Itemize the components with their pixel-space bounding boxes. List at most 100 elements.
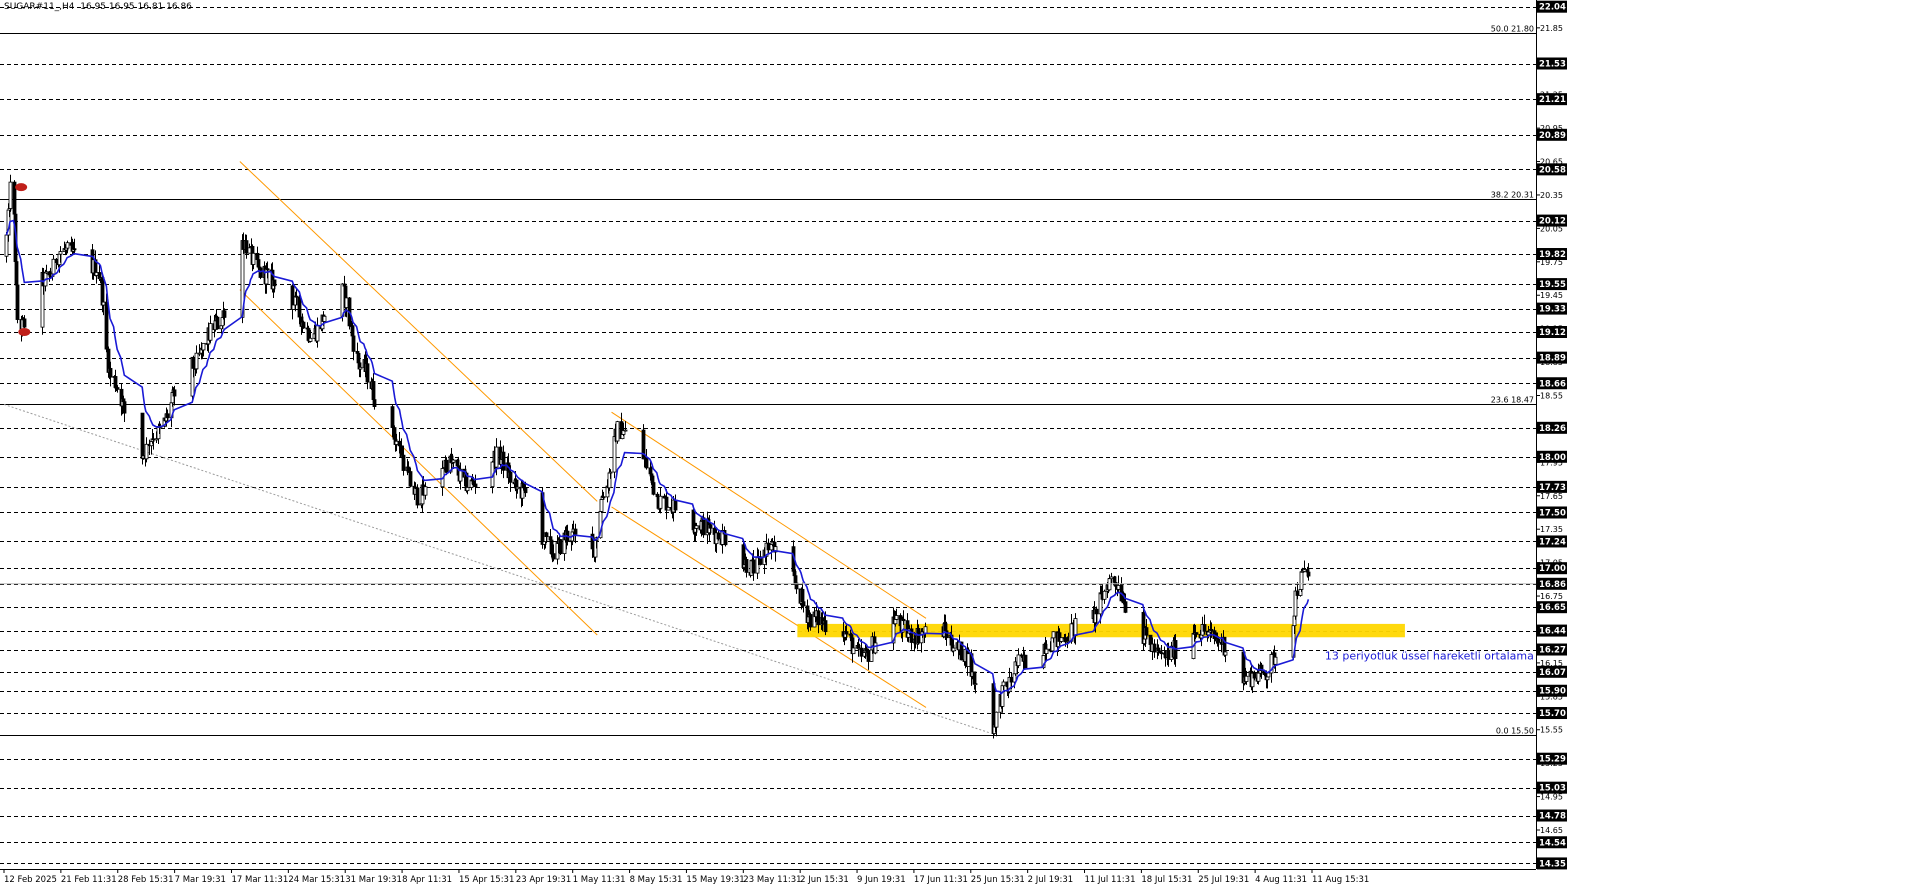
level-label: 17.73 [1539, 483, 1566, 493]
candle-body [1044, 648, 1049, 654]
candle-body [22, 318, 27, 328]
candle-body [608, 471, 613, 474]
candle-body [1202, 624, 1207, 632]
candle-body [801, 601, 806, 607]
level-label: 16.86 [1539, 580, 1566, 590]
candle [215, 315, 220, 330]
candle-body [1194, 632, 1199, 635]
candle-body [208, 323, 213, 341]
candle-body [1094, 608, 1099, 615]
price-scale-label: 14.65 [1540, 826, 1563, 835]
price-scale-label: 14.95 [1540, 793, 1563, 802]
candle-body [115, 387, 120, 390]
time-label: 7 Mar 19:31 [175, 875, 226, 885]
candle-body [701, 517, 706, 536]
candle [415, 484, 420, 509]
candle-body [444, 459, 449, 473]
level-label: 17.50 [1539, 508, 1566, 518]
level-label: 19.33 [1539, 305, 1566, 315]
level-label: 19.12 [1539, 328, 1566, 338]
time-label: 23 May 11:31 [743, 875, 801, 885]
price-scale-label: 16.75 [1540, 592, 1563, 601]
candle-body [471, 480, 476, 485]
candle-body [1102, 590, 1107, 600]
candle-body [751, 559, 756, 574]
candle-body [966, 653, 971, 667]
candle-body [451, 459, 456, 463]
level-label: 21.53 [1539, 60, 1566, 70]
level-label: 16.27 [1539, 646, 1566, 656]
fib-label: 23.6 18.47 [1491, 396, 1534, 405]
candle-body [372, 399, 377, 407]
candle-body [104, 301, 109, 350]
candle-body [1252, 672, 1257, 679]
candle-body [723, 533, 728, 546]
level-label: 18.89 [1539, 354, 1566, 364]
candle-body [623, 429, 628, 432]
time-label: 15 May 19:31 [686, 875, 744, 885]
candle-body [291, 304, 296, 310]
candle-body [601, 496, 606, 499]
candle-body [1073, 618, 1078, 636]
candle-body [1016, 654, 1021, 667]
candle-body [15, 284, 20, 320]
time-label: 18 Jul 15:31 [1141, 875, 1192, 885]
candle-body [558, 539, 563, 555]
candle-body [521, 482, 526, 489]
price-scale-label: 17.35 [1540, 525, 1563, 534]
candle-body [615, 421, 620, 442]
candle-body [215, 316, 220, 330]
candle [322, 315, 327, 322]
candle-body [165, 413, 170, 419]
candle [873, 642, 878, 655]
candle [1023, 654, 1028, 669]
candle-body [272, 279, 277, 287]
chart-canvas[interactable]: 50.0 21.80 38.2 20.31 23.6 18.47 0.0 15.50 1… [0, 0, 1916, 888]
time-label: 17 Mar 11:31 [231, 875, 288, 885]
candle-body [923, 626, 928, 634]
candle-body [501, 451, 506, 471]
candle-body [766, 542, 771, 551]
candle [666, 506, 671, 511]
candle-body [191, 356, 196, 369]
candle-body [1159, 652, 1164, 655]
candle-body [716, 532, 721, 540]
candle-body [408, 471, 413, 487]
level-label: 19.82 [1539, 250, 1566, 260]
swing-low-marker [18, 328, 31, 337]
level-label: 14.78 [1539, 812, 1566, 822]
time-label: 31 Mar 19:31 [345, 875, 402, 885]
candle-body [322, 315, 327, 322]
candle-body [108, 367, 113, 378]
time-label: 8 Apr 11:31 [402, 875, 452, 885]
level-label: 16.07 [1539, 668, 1566, 678]
time-label: 24 Mar 15:31 [288, 875, 345, 885]
candle-body [1216, 638, 1221, 643]
candle-body [222, 310, 227, 318]
candle-body [1109, 576, 1114, 580]
candle-body [694, 525, 699, 529]
time-label: 11 Jul 11:31 [1085, 875, 1136, 885]
level-label: 18.66 [1539, 379, 1566, 389]
level-label: 15.70 [1539, 709, 1566, 719]
candle-body [866, 650, 871, 662]
candle-body [1295, 590, 1300, 596]
candle-body [44, 271, 49, 274]
support-zone [797, 623, 1405, 638]
candle-body [599, 499, 604, 512]
level-label: 20.89 [1539, 131, 1566, 141]
candle-body [194, 352, 199, 370]
candle-body [1302, 569, 1307, 572]
fib-label: 38.2 20.31 [1491, 191, 1534, 200]
level-label: 15.90 [1539, 687, 1566, 697]
candle-body [708, 524, 713, 529]
price-chart[interactable]: 50.0 21.80 38.2 20.31 23.6 18.47 0.0 15.50 1… [0, 0, 1916, 888]
candle-body [58, 251, 63, 255]
candle-body [658, 495, 663, 509]
time-label: 17 Jun 11:31 [914, 875, 968, 885]
candle-body [1299, 571, 1304, 590]
candle-body [1116, 585, 1121, 590]
candle-body [844, 631, 849, 635]
candle-body [1273, 656, 1278, 665]
level-label: 14.54 [1539, 838, 1566, 848]
